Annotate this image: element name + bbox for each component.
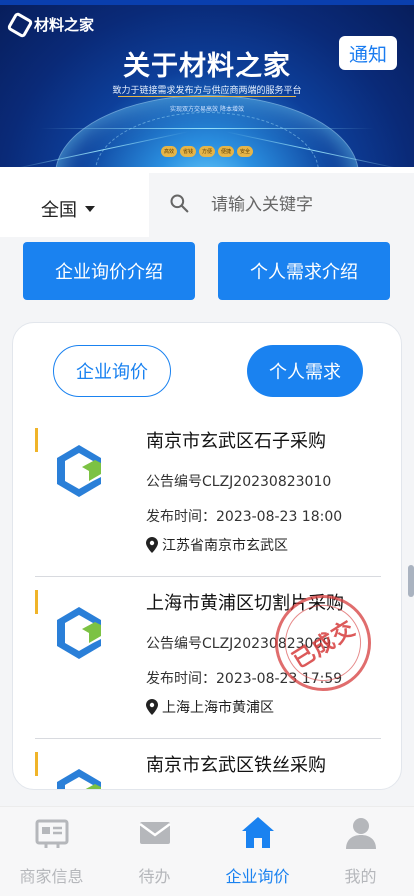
location-pin-icon [146, 699, 158, 715]
banner-subtitle-secondary: 实现双方交易高效 降本增效 [170, 106, 244, 113]
tab-personal-demand[interactable]: 个人需求 [247, 345, 363, 397]
home-icon [241, 817, 274, 848]
status-bar-strip [0, 0, 414, 5]
banner-tag: 方便 [198, 146, 215, 157]
search-input[interactable] [211, 191, 401, 219]
tab-company-inquiry[interactable]: 企业询价 [53, 345, 171, 397]
banner-title: 关于材料之家 [123, 51, 291, 82]
region-selector[interactable]: 全国 [41, 196, 95, 222]
merchant-info-icon [35, 819, 68, 848]
item-code: 公告编号CLZJ20230823010 [146, 474, 332, 490]
list-item[interactable]: 南京市玄武区铁丝采购 [13, 739, 401, 789]
nav-item-mine[interactable]: 我的 [309, 815, 412, 896]
company-logo-icon [57, 769, 101, 789]
user-icon [345, 818, 376, 849]
banner-ray [40, 128, 374, 129]
banner-tag: 高效 [160, 146, 177, 157]
company-logo-icon [57, 607, 101, 659]
logo-text: 材料之家 [34, 16, 95, 34]
nav-label: 商家信息 [19, 867, 84, 886]
nav-label: 我的 [344, 867, 377, 886]
banner-tags: 高效 省钱 方便 便捷 安全 [0, 146, 414, 157]
region-label: 全国 [41, 200, 77, 221]
nav-label: 企业询价 [225, 867, 290, 886]
banner[interactable]: 材料之家 通知 关于材料之家 致力于链接需求发布方与供应商两端的服务平台 实现双… [0, 0, 414, 167]
item-location: 上海上海市黄浦区 [146, 697, 274, 717]
bottom-nav: 商家信息 待办 企业询价 我的 [0, 806, 414, 896]
listing-card: 企业询价 个人需求 南京市玄武区石子采购 公告编号CLZJ20230823010… [12, 322, 402, 790]
item-location-text: 江苏省南京市玄武区 [162, 538, 288, 554]
item-location-text: 上海上海市黄浦区 [162, 700, 274, 716]
item-location: 江苏省南京市玄武区 [146, 535, 288, 555]
company-inquiry-intro-button[interactable]: 企业询价介绍 [23, 242, 195, 300]
nav-label: 待办 [138, 867, 171, 886]
list-item[interactable]: 上海市黄浦区切割片采购 公告编号CLZJ20230823009 发布时间：202… [13, 576, 401, 739]
banner-tag: 便捷 [218, 146, 235, 157]
location-pin-icon [146, 537, 158, 553]
item-marker [35, 752, 38, 776]
item-time: 发布时间：2023-08-23 18:00 [146, 509, 343, 525]
search-icon [170, 194, 189, 213]
item-marker [35, 590, 38, 614]
item-title: 南京市玄武区石子采购 [146, 431, 326, 452]
nav-item-todo[interactable]: 待办 [103, 815, 206, 896]
banner-divider [118, 96, 296, 97]
search-row: 全国 [0, 167, 414, 237]
stamp-text: 已成交 [288, 616, 361, 675]
list-item[interactable]: 南京市玄武区石子采购 公告编号CLZJ20230823010 发布时间：2023… [13, 415, 401, 577]
item-marker [35, 428, 38, 452]
caret-down-icon [85, 206, 95, 212]
search-box[interactable] [149, 173, 414, 237]
nav-item-company-inquiry[interactable]: 企业询价 [206, 815, 309, 896]
app-logo: 材料之家 [6, 10, 95, 39]
company-logo-icon [57, 445, 101, 497]
scrollbar-thumb[interactable] [408, 565, 414, 597]
personal-demand-intro-button[interactable]: 个人需求介绍 [218, 242, 390, 300]
item-title: 南京市玄武区铁丝采购 [146, 755, 326, 776]
banner-tag: 安全 [237, 146, 254, 157]
banner-subtitle: 致力于链接需求发布方与供应商两端的服务平台 [112, 86, 302, 96]
mail-icon [138, 822, 171, 844]
nav-item-merchant-info[interactable]: 商家信息 [0, 815, 103, 896]
logo-icon [6, 10, 34, 39]
banner-tag: 省钱 [179, 146, 196, 157]
